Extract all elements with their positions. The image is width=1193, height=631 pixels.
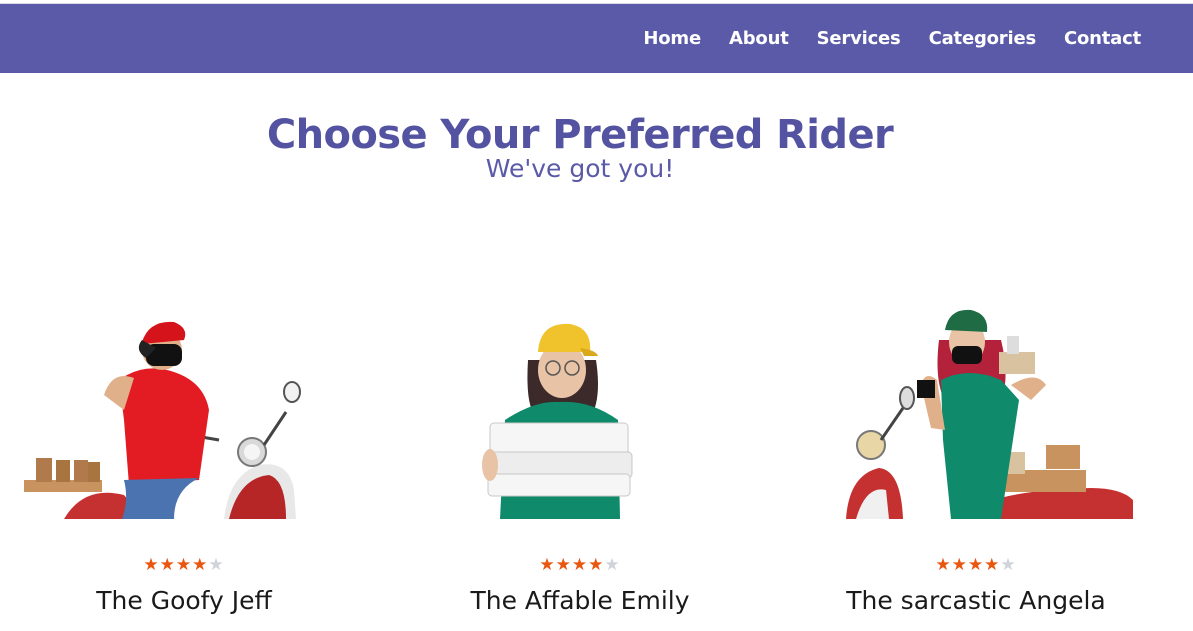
rider-photo-jeff — [24, 321, 301, 519]
star-filled-icon: ★ — [951, 555, 968, 575]
nav-link-about[interactable]: About — [729, 28, 789, 49]
star-filled-icon: ★ — [175, 555, 193, 575]
star-filled-icon: ★ — [192, 555, 209, 575]
rider-photo-angela — [846, 309, 1133, 519]
star-filled-icon: ★ — [984, 555, 1001, 575]
rating-stars: ★★★★★ — [400, 555, 760, 575]
nav-link-categories[interactable]: Categories — [929, 28, 1037, 49]
star-filled-icon: ★ — [555, 555, 572, 575]
main-nav: Home About Services Categories Contact — [643, 4, 1141, 73]
star-filled-icon: ★ — [588, 555, 605, 575]
nav-link-contact[interactable]: Contact — [1064, 28, 1141, 49]
star-filled-icon: ★ — [539, 555, 556, 575]
star-empty-icon: ★ — [208, 555, 225, 575]
page-subtitle: We've got you! — [485, 154, 675, 183]
page-title: Choose Your Preferred Rider — [266, 112, 894, 158]
rider-name[interactable]: The Affable Emily — [400, 586, 760, 615]
star-filled-icon: ★ — [143, 555, 160, 575]
nav-link-home[interactable]: Home — [643, 28, 701, 49]
rider-photo-emily — [482, 323, 633, 519]
star-empty-icon: ★ — [604, 555, 621, 575]
rider-name[interactable]: The Goofy Jeff — [4, 586, 364, 615]
hero-section: Choose Your Preferred Rider We've got yo… — [0, 112, 1160, 184]
star-empty-icon: ★ — [1000, 555, 1017, 575]
rating-stars: ★★★★★ — [796, 555, 1156, 575]
star-filled-icon: ★ — [967, 555, 985, 575]
rating-stars: ★★★★★ — [4, 555, 364, 575]
star-filled-icon: ★ — [571, 555, 589, 575]
star-filled-icon: ★ — [159, 555, 176, 575]
star-filled-icon: ★ — [935, 555, 952, 575]
top-navbar: Home About Services Categories Contact — [0, 3, 1193, 73]
nav-link-services[interactable]: Services — [817, 28, 901, 49]
rider-name[interactable]: The sarcastic Angela — [796, 586, 1156, 615]
